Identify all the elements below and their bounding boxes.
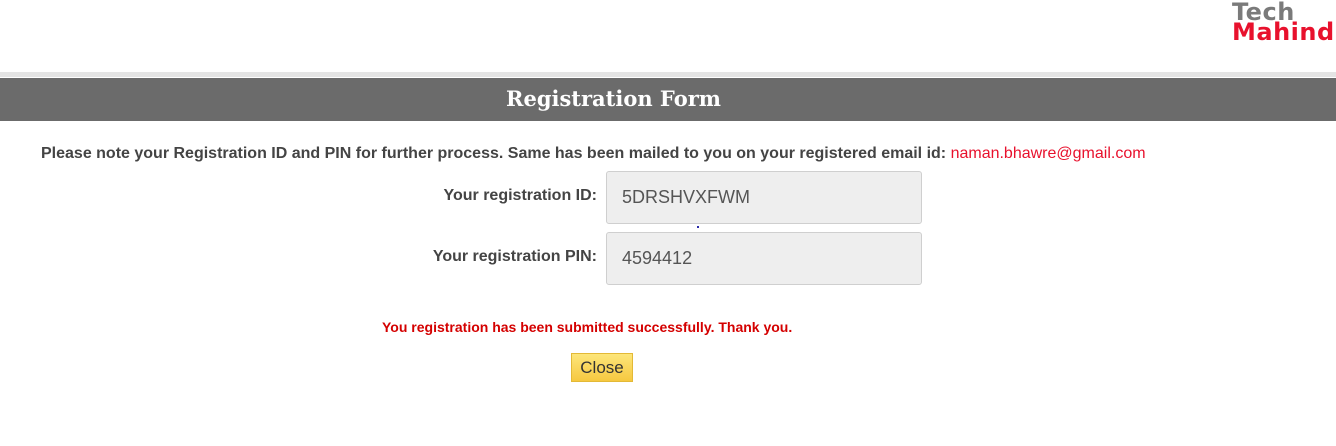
logo-line-2: Mahindra [1232, 18, 1336, 46]
page-title: Registration Form [506, 86, 721, 111]
registration-pin-label: Your registration PIN: [432, 248, 597, 265]
decorative-dot [697, 226, 699, 228]
success-message: You registration has been submitted succ… [382, 319, 793, 335]
registration-pin-field[interactable]: 4594412 [606, 232, 922, 285]
registration-id-field[interactable]: 5DRSHVXFWM [606, 171, 922, 224]
notice-message: Please note your Registration ID and PIN… [41, 145, 947, 162]
top-divider [0, 72, 1336, 77]
close-button[interactable]: Close [571, 353, 633, 382]
notice-text: Please note your Registration ID and PIN… [41, 145, 1146, 163]
registered-email: naman.bhawre@gmail.com [950, 145, 1146, 162]
registration-id-label: Your registration ID: [443, 187, 598, 204]
